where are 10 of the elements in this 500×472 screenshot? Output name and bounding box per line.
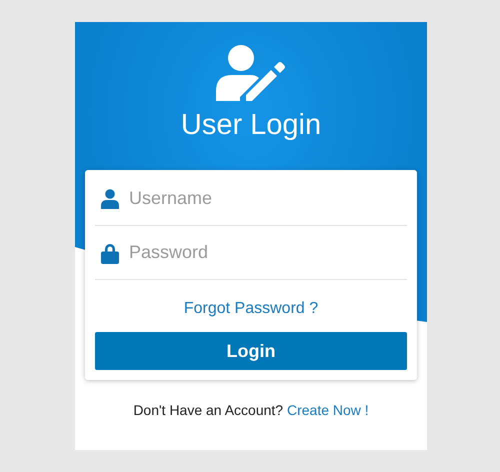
username-field[interactable]: Username: [129, 188, 401, 209]
create-account-link[interactable]: Create Now !: [286, 402, 369, 418]
user-edit-icon: [216, 45, 286, 101]
signup-prompt: Don't Have an Account? Create Now !: [132, 402, 370, 418]
login-button[interactable]: Login: [95, 332, 407, 370]
password-field[interactable]: Password: [129, 242, 401, 263]
forgot-password-link[interactable]: Forgot Password ?: [184, 300, 318, 318]
user-icon: [101, 188, 119, 208]
page-title: User Login: [180, 109, 322, 142]
lock-icon: [101, 242, 119, 264]
